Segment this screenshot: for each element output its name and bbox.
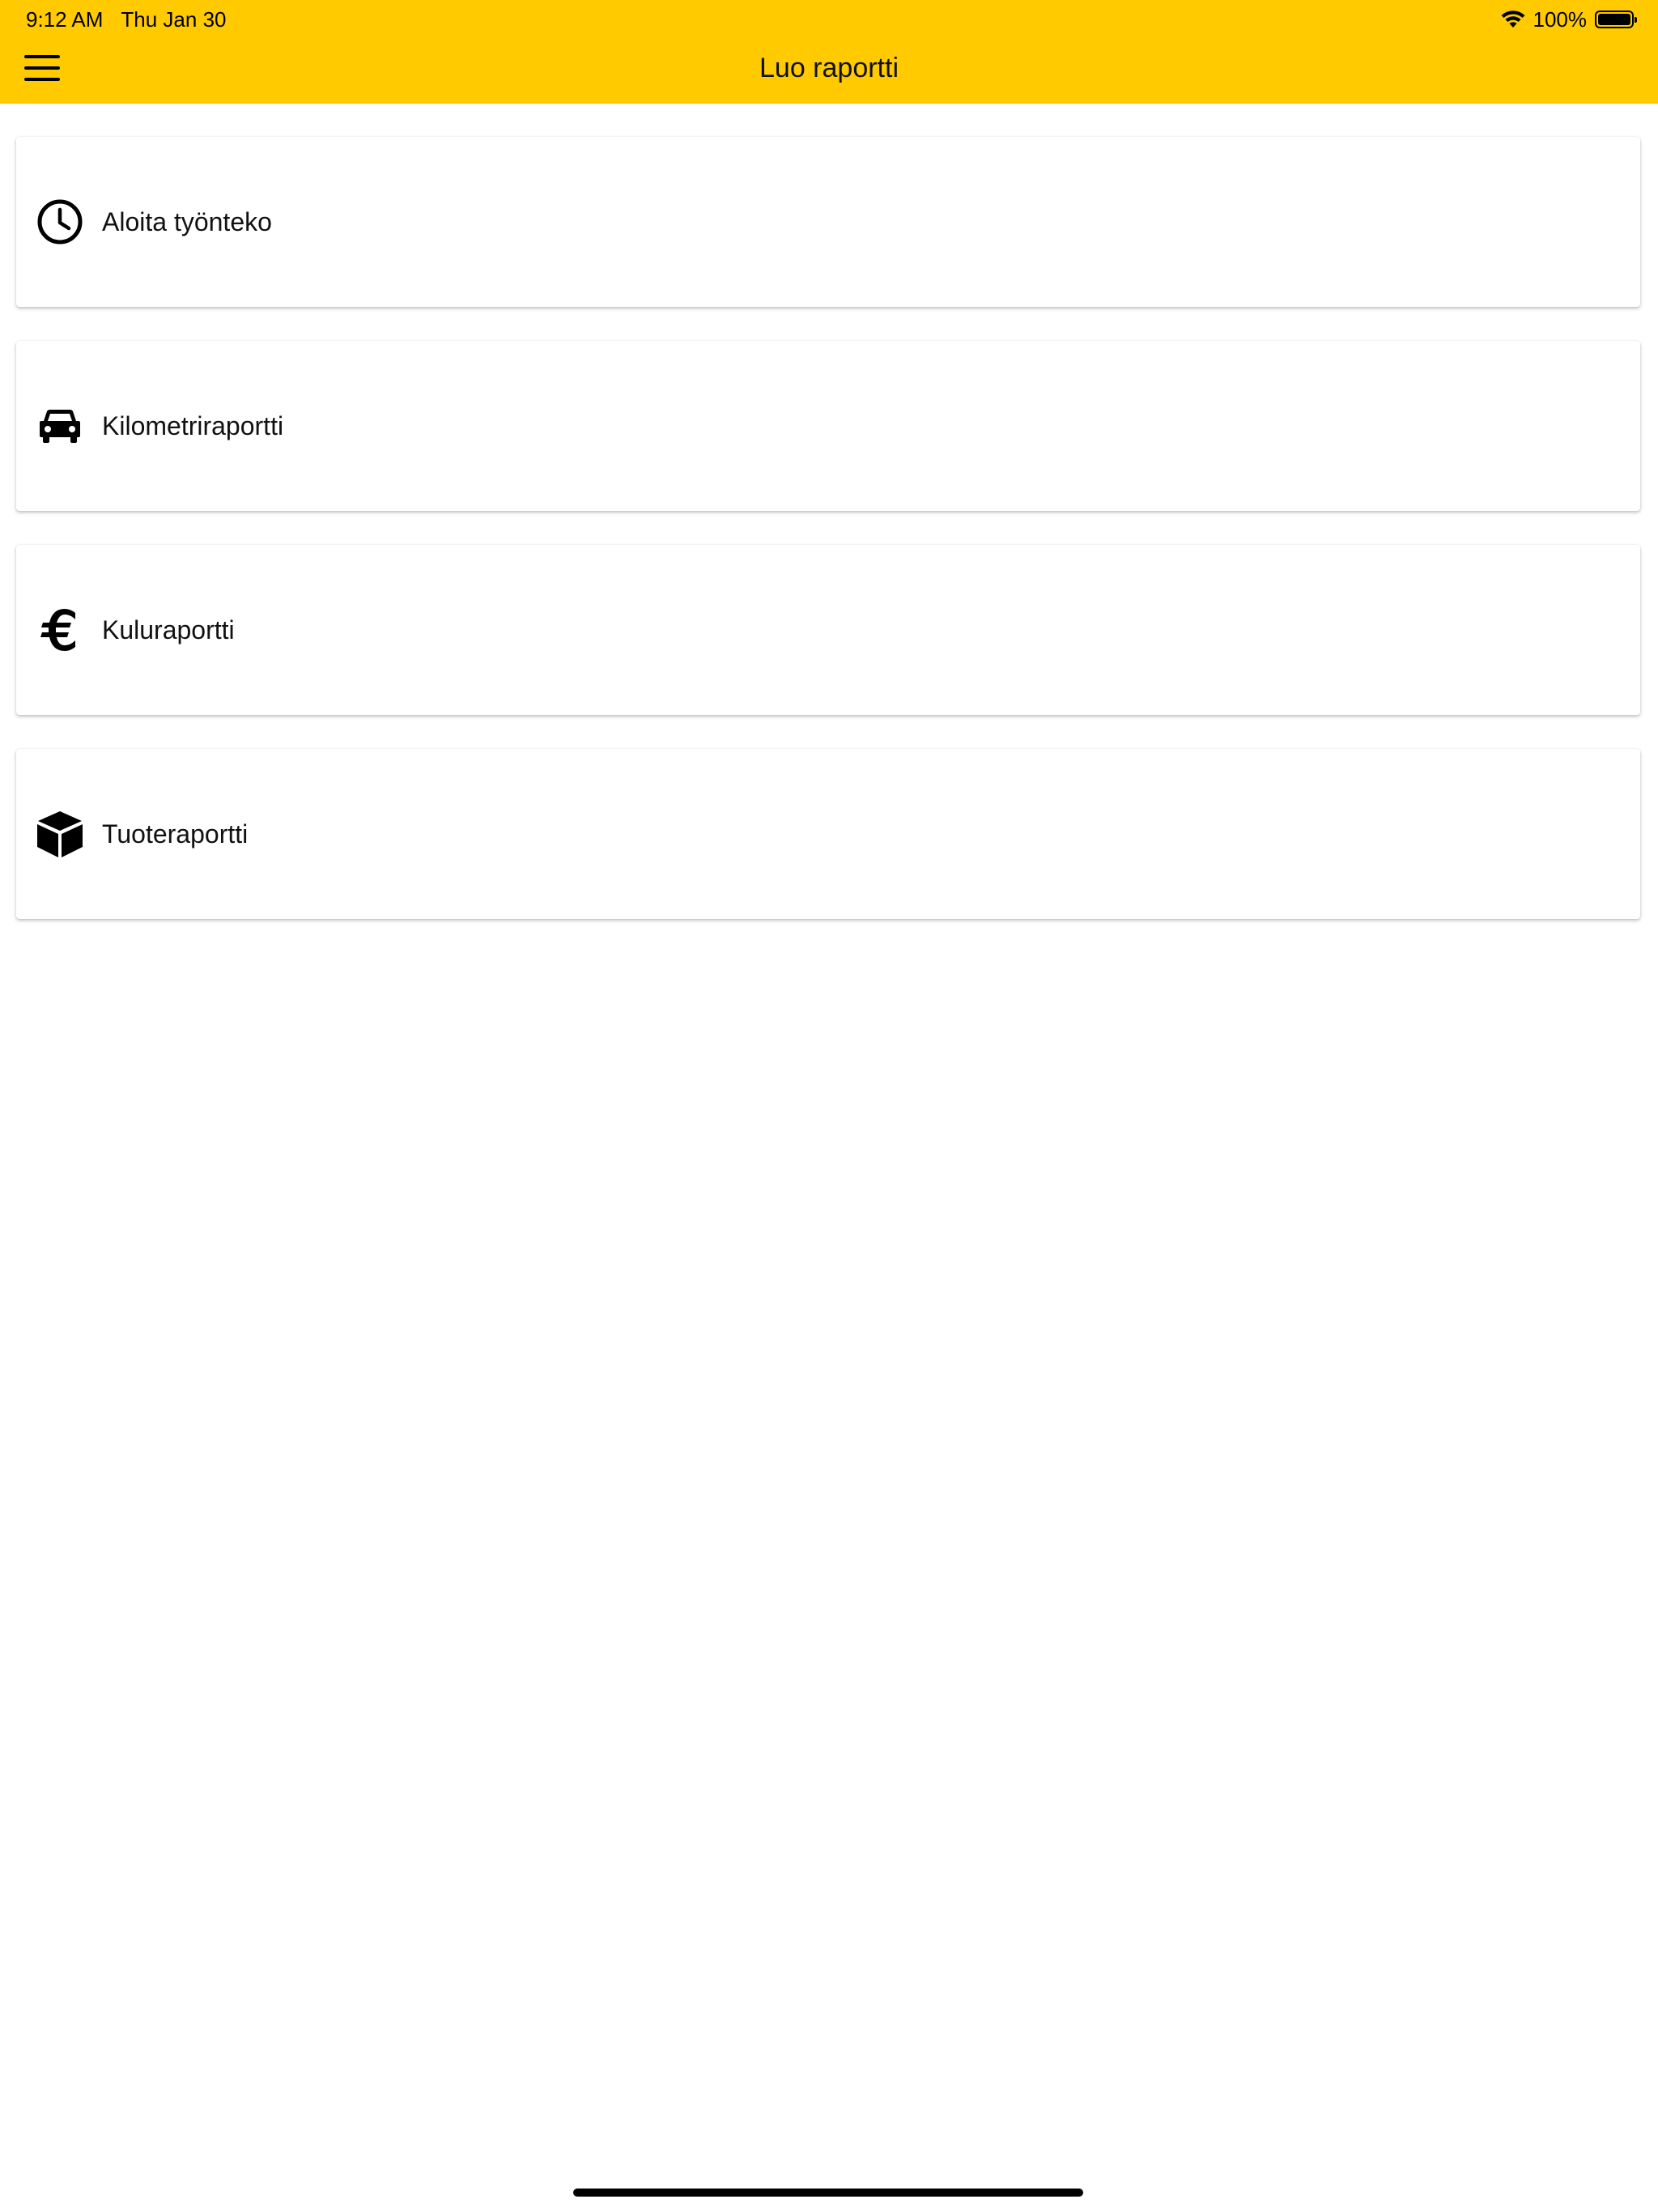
product-report-button[interactable]: Tuoteraportti bbox=[16, 749, 1640, 919]
start-work-button[interactable]: Aloita työnteko bbox=[16, 137, 1640, 307]
battery-icon bbox=[1595, 11, 1637, 28]
wifi-icon bbox=[1501, 11, 1524, 28]
status-time: 9:12 AM bbox=[26, 7, 104, 32]
page-title: Luo raportti bbox=[759, 53, 899, 83]
app-screen: 9:12 AM Thu Jan 30 100% Luo raportti Alo… bbox=[0, 0, 1658, 2212]
home-indicator[interactable] bbox=[573, 2189, 1083, 2197]
box-icon bbox=[36, 810, 84, 858]
status-bar-indicators: 100% bbox=[1501, 6, 1637, 32]
mileage-report-button[interactable]: Kilometriraportti bbox=[16, 341, 1640, 511]
car-icon bbox=[36, 402, 84, 450]
product-report-label: Tuoteraportti bbox=[102, 819, 249, 849]
euro-icon bbox=[36, 606, 84, 654]
expense-report-label: Kuluraportti bbox=[102, 615, 235, 644]
mileage-report-label: Kilometriraportti bbox=[102, 410, 284, 440]
expense-report-button[interactable]: Kuluraportti bbox=[16, 545, 1640, 715]
app-header: 9:12 AM Thu Jan 30 100% Luo raportti bbox=[0, 0, 1658, 104]
status-date: Thu Jan 30 bbox=[121, 7, 227, 32]
battery-level bbox=[1598, 14, 1630, 25]
start-work-label: Aloita työnteko bbox=[102, 206, 272, 236]
clock-icon bbox=[36, 198, 84, 246]
battery-percentage: 100% bbox=[1533, 6, 1588, 32]
status-bar-datetime: 9:12 AM Thu Jan 30 bbox=[26, 6, 244, 32]
